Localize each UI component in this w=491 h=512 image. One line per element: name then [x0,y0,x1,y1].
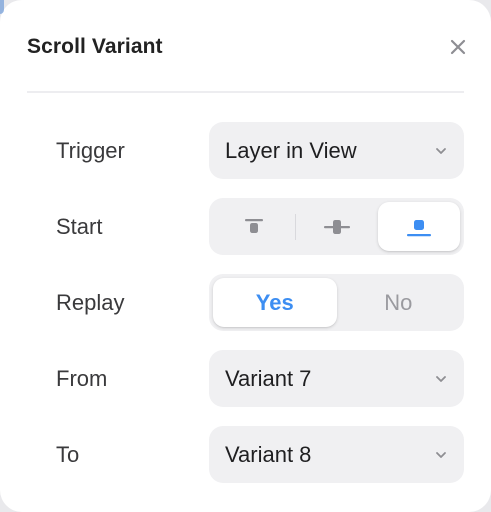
replay-segmented-control: Yes No [209,274,464,331]
from-label: From [56,365,108,391]
selection-edge-indicator [0,0,4,14]
to-label: To [56,441,80,467]
chevron-down-icon [434,448,448,462]
scroll-variant-panel: Scroll Variant Trigger Layer in View Sta… [0,0,491,512]
replay-yes-label: Yes [255,289,294,315]
replay-row: Replay Yes No [56,274,464,331]
from-row: From Variant 7 [56,350,464,407]
trigger-label: Trigger [56,137,125,163]
start-row: Start [56,198,464,255]
close-button[interactable] [445,34,471,60]
to-value: Variant 8 [225,441,312,467]
align-center-icon [324,219,350,234]
to-select[interactable]: Variant 8 [209,426,464,483]
align-bottom-icon [407,219,431,236]
replay-no-label: No [384,289,413,315]
start-option-top[interactable] [213,202,295,251]
from-value: Variant 7 [225,365,312,391]
close-icon [450,39,466,55]
start-option-bottom[interactable] [378,202,460,251]
align-top-icon [245,218,263,233]
start-label: Start [56,213,103,239]
replay-option-no[interactable]: No [337,278,461,327]
from-select[interactable]: Variant 7 [209,350,464,407]
header-divider [27,91,464,93]
panel-title: Scroll Variant [27,35,163,58]
trigger-value: Layer in View [225,137,357,163]
start-option-center[interactable] [296,202,378,251]
chevron-down-icon [434,372,448,386]
chevron-down-icon [434,144,448,158]
start-segmented-control [209,198,464,255]
replay-label: Replay [56,289,125,315]
panel-header: Scroll Variant [27,30,466,64]
trigger-select[interactable]: Layer in View [209,122,464,179]
to-row: To Variant 8 [56,426,464,483]
replay-option-yes[interactable]: Yes [213,278,337,327]
trigger-row: Trigger Layer in View [56,122,464,179]
